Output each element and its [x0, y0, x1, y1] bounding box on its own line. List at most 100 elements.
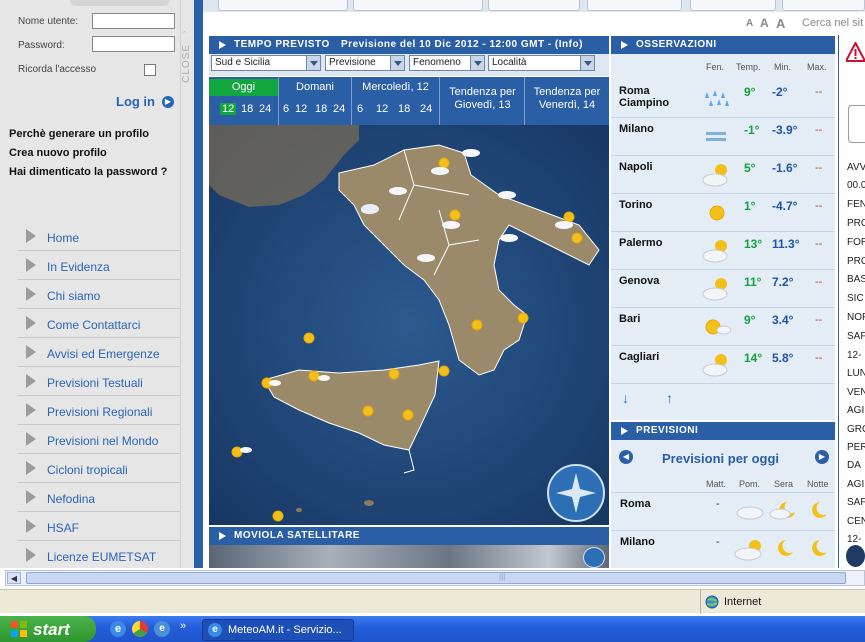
partly-cloudy-icon [702, 278, 728, 301]
min-value: -4.7° [772, 199, 798, 213]
nav-item-home[interactable]: Home [18, 222, 180, 251]
hour-button[interactable]: 12 [376, 103, 388, 115]
horizontal-scrollbar[interactable]: ◀ ||| [5, 570, 865, 586]
chevron-right-icon[interactable]: » [180, 620, 186, 632]
alert-text-line: NOF [847, 312, 865, 323]
hour-button[interactable]: 6 [357, 103, 363, 115]
chrome-quicklaunch-icon[interactable] [132, 621, 148, 637]
search-input[interactable]: Cerca nel sit [802, 17, 863, 29]
hour-button[interactable]: 6 [283, 103, 289, 115]
triangle-icon [26, 345, 36, 359]
top-tab[interactable] [488, 0, 580, 11]
nav-item-in-evidenza[interactable]: In Evidenza [18, 251, 180, 280]
nav-item-hsaf[interactable]: HSAF [18, 512, 180, 541]
tab-tendenza-giovedi[interactable]: Tendenza per Giovedì, 13 [441, 77, 525, 125]
hour-button[interactable]: 18 [315, 103, 327, 115]
satellite-preview[interactable] [209, 545, 609, 568]
nav-item-previsioni-regionali[interactable]: Previsioni Regionali [18, 396, 180, 425]
tab-domani[interactable]: Domani 6 12 18 24 [279, 77, 352, 125]
partly-cloudy-icon [734, 540, 762, 561]
obs-row-roma[interactable]: Roma Ciampino 9° -2° -- [611, 80, 835, 118]
previsioni-header: PREVISIONI [611, 422, 835, 440]
alert-text-line: PRO [847, 218, 865, 229]
type-select[interactable]: Previsione [325, 55, 405, 71]
hour-button[interactable]: 12 [295, 103, 307, 115]
alert-text-line: FEN [847, 199, 865, 210]
partly-cloudy-icon [702, 354, 728, 377]
remember-checkbox[interactable] [144, 64, 156, 76]
password-field[interactable] [92, 36, 175, 52]
username-field[interactable] [92, 13, 175, 29]
city-name: Napoli [619, 161, 653, 173]
login-link[interactable]: Log in [116, 94, 155, 109]
obs-row-cagliari[interactable]: Cagliari 14° 5.8° -- [611, 346, 835, 384]
hour-button[interactable]: 24 [333, 103, 345, 115]
hour-button[interactable]: 12 [220, 103, 237, 115]
forecast-map[interactable] [209, 125, 609, 525]
prev-day-button[interactable]: ◀ [619, 450, 633, 464]
nav-label: Avvisi ed Emergenze [47, 347, 160, 361]
temp-value: 9° [744, 313, 756, 327]
obs-row-bari[interactable]: Bari 9° 3.4° -- [611, 308, 835, 346]
select-value: Previsione [329, 57, 376, 68]
nav-item-nefodina[interactable]: Nefodina [18, 483, 180, 512]
triangle-icon [26, 287, 36, 301]
tab-oggi[interactable]: Oggi 12 18 24 [209, 77, 279, 125]
close-sidebar-label[interactable]: CLOSE [181, 44, 193, 83]
day-label: Oggi [209, 79, 278, 96]
nav-item-contattarci[interactable]: Come Contattarci [18, 309, 180, 338]
close-sidebar-strip[interactable] [180, 0, 194, 568]
top-tab[interactable] [353, 0, 483, 11]
obs-row-napoli[interactable]: Napoli 5° -1.6° -- [611, 156, 835, 194]
font-medium-button[interactable]: A [760, 16, 769, 30]
satellite-header[interactable]: MOVIOLA SATELLITARE [209, 527, 609, 545]
arrow-down-icon[interactable]: ↓ [622, 390, 629, 406]
font-small-button[interactable]: A [746, 18, 753, 29]
scroll-thumb[interactable] [26, 572, 846, 584]
obs-row-genova[interactable]: Genova 11° 7.2° -- [611, 270, 835, 308]
new-profile-link[interactable]: Crea nuovo profilo [9, 147, 107, 159]
ie-quicklaunch-icon[interactable]: e [110, 621, 126, 637]
forecast-subtitle[interactable]: Previsione del 10 Dic 2012 - 12:00 GMT -… [341, 39, 583, 50]
forgot-password-link[interactable]: Hai dimenticato la password ? [9, 166, 167, 178]
triangle-icon [26, 316, 36, 330]
hour-button[interactable]: 24 [420, 103, 432, 115]
city-name: Milano [620, 536, 655, 548]
arrow-right-icon[interactable]: ▶ [162, 96, 174, 108]
alert-thumbnail[interactable] [848, 105, 865, 143]
hour-button[interactable]: 24 [259, 103, 271, 115]
temp-value: 9° [744, 85, 756, 99]
top-tab[interactable] [587, 0, 682, 11]
nav-item-eumetsat[interactable]: Licenze EUMETSAT [18, 541, 180, 568]
top-tab[interactable] [690, 0, 776, 11]
tab-tendenza-venerdi[interactable]: Tendenza per Venerdì, 14 [525, 77, 609, 125]
prev-row-milano[interactable]: Milano - [611, 530, 835, 568]
hour-button[interactable]: 18 [241, 103, 253, 115]
phenomenon-select[interactable]: Fenomeno [409, 55, 485, 71]
why-profile-link[interactable]: Perchè generare un profilo [9, 128, 149, 140]
nav-item-avvisi[interactable]: Avvisi ed Emergenze [18, 338, 180, 367]
tab-mercoledi[interactable]: Mercoledì, 12 6 12 18 24 [352, 77, 440, 125]
top-tab[interactable] [782, 0, 865, 11]
nav-item-cicloni[interactable]: Cicloni tropicali [18, 454, 180, 483]
nav-item-chi-siamo[interactable]: Chi siamo [18, 280, 180, 309]
warning-icon[interactable] [846, 42, 865, 62]
font-large-button[interactable]: A [776, 16, 785, 31]
top-tab[interactable] [218, 0, 348, 11]
browser-quicklaunch-icon[interactable]: e [154, 621, 170, 637]
obs-row-torino[interactable]: Torino 1° -4.7° -- [611, 194, 835, 232]
hour-button[interactable]: 18 [398, 103, 410, 115]
scroll-left-button[interactable]: ◀ [7, 572, 21, 584]
prev-row-roma[interactable]: Roma - [611, 492, 835, 530]
location-select[interactable]: Località [488, 55, 595, 71]
weather-badge-icon[interactable] [846, 545, 865, 567]
arrow-up-icon[interactable]: ↑ [666, 390, 673, 406]
area-select[interactable]: Sud e Sicilia [211, 55, 321, 71]
obs-row-milano[interactable]: Milano -1° -3.9° -- [611, 118, 835, 156]
alert-text-line: VEN [847, 387, 865, 398]
nav-item-previsioni-testuali[interactable]: Previsioni Testuali [18, 367, 180, 396]
obs-row-palermo[interactable]: Palermo 13° 11.3° -- [611, 232, 835, 270]
moon-icon [778, 540, 793, 556]
next-day-button[interactable]: ▶ [815, 450, 829, 464]
nav-item-previsioni-mondo[interactable]: Previsioni nel Mondo [18, 425, 180, 454]
